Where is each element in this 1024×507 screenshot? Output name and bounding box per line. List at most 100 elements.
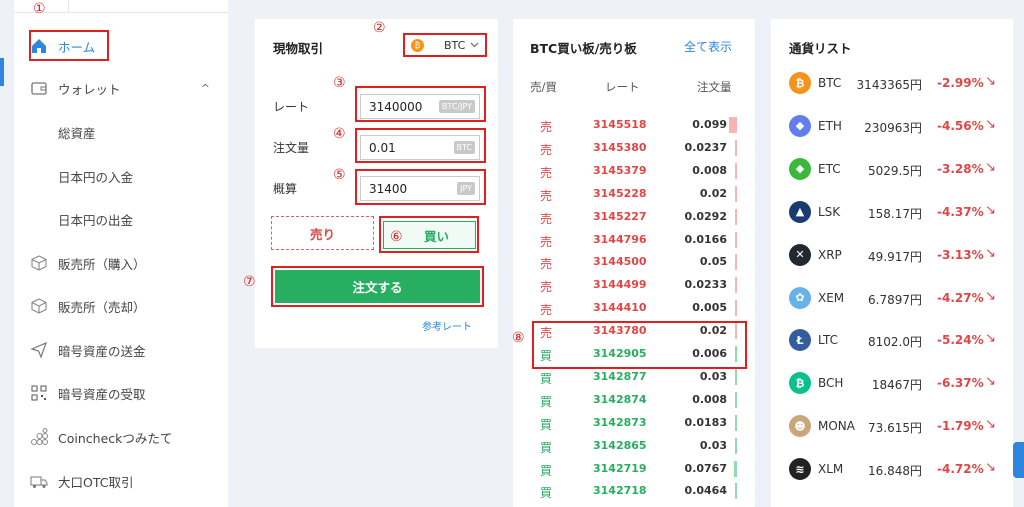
annotation-5: ⑤ xyxy=(333,167,346,183)
highlight-box-5 xyxy=(355,169,486,205)
volume-bar xyxy=(735,483,737,500)
sidebar-item-otc[interactable]: 大口OTC取引 xyxy=(14,459,228,503)
currency-symbol: XEM xyxy=(818,290,845,305)
currency-price: 18467円 xyxy=(871,378,922,393)
sidebar-item-sell[interactable]: 販売所（売却） xyxy=(14,284,228,328)
annotation-4: ④ xyxy=(333,126,346,142)
volume-bar xyxy=(735,437,737,454)
currency-row[interactable]: Ł LTC 8102.0円 -5.24% ↘ xyxy=(771,318,1013,361)
orderbook-row[interactable]: 売 3145380 0.0237 xyxy=(513,137,755,160)
order-side: 売 xyxy=(540,234,553,249)
reference-rate-link[interactable]: 参考レート xyxy=(422,318,472,333)
order-qty: 0.0166 xyxy=(684,232,727,246)
order-qty: 0.03 xyxy=(699,438,727,452)
currency-row[interactable]: ◆ ETC 5029.5円 -3.28% ↘ xyxy=(771,147,1013,190)
currency-symbol: MONA xyxy=(818,419,855,434)
orderbook-row[interactable]: 買 3142874 0.008 xyxy=(513,389,755,412)
orderbook-row[interactable]: 売 3144796 0.0166 xyxy=(513,229,755,252)
chevron-up-icon[interactable]: ^ xyxy=(201,82,210,95)
order-rate: 3144500 xyxy=(593,255,647,269)
annotation-7: ⑦ xyxy=(243,274,256,290)
annotation-3: ③ xyxy=(333,75,346,91)
xlm-coin-icon: ≋ xyxy=(789,458,811,481)
orderbook-row[interactable]: 売 3145518 0.099 xyxy=(513,114,755,137)
orderbook-row[interactable]: 売 3145379 0.008 xyxy=(513,160,755,183)
sidebar-item-jpy-withdraw[interactable]: 日本円の出金 xyxy=(14,197,228,241)
orderbook-row[interactable]: 売 3144499 0.0233 xyxy=(513,274,755,297)
sidebar-item-tsumitate[interactable]: Coincheckつみたて xyxy=(14,415,228,459)
active-indicator xyxy=(0,58,4,86)
etc-coin-icon: ◆ xyxy=(789,157,811,180)
order-qty: 0.0464 xyxy=(684,484,727,498)
currency-price: 230963円 xyxy=(864,120,922,135)
sidebar-item-label: ウォレット xyxy=(58,81,121,97)
sidebar-item-jpy-deposit[interactable]: 日本円の入金 xyxy=(14,154,228,198)
currency-change: -3.28% xyxy=(937,161,984,176)
orderbook-row[interactable]: 売 3144410 0.005 xyxy=(513,297,755,320)
currency-row[interactable]: ≋ XLM 16.848円 -4.72% ↘ xyxy=(771,447,1013,490)
currency-row[interactable]: ✕ XRP 49.917円 -3.13% ↘ xyxy=(771,233,1013,276)
highlight-box-8 xyxy=(532,321,747,369)
sell-toggle-button[interactable]: 売り xyxy=(271,216,374,250)
currency-price: 3143365円 xyxy=(856,78,922,92)
lsk-coin-icon: ▲ xyxy=(789,200,811,223)
sidebar-item-send[interactable]: 暗号資産の送金 xyxy=(14,328,228,372)
order-side: 売 xyxy=(540,303,553,318)
xrp-coin-icon: ✕ xyxy=(789,243,811,266)
currency-change: -5.24% xyxy=(937,333,984,348)
currency-symbol: BCH xyxy=(818,376,844,391)
sidebar-item-wallet[interactable]: ウォレット ^ xyxy=(14,66,228,110)
volume-bar xyxy=(735,162,737,179)
order-qty: 0.0767 xyxy=(684,461,727,475)
send-icon xyxy=(30,341,48,359)
orderbook-row[interactable]: 売 3145227 0.0292 xyxy=(513,206,755,229)
trend-down-icon: ↘ xyxy=(985,460,996,476)
orderbook-header-rate: レート xyxy=(605,80,640,94)
sidebar-item-buy[interactable]: 販売所（購入） xyxy=(14,241,228,285)
cube-icon xyxy=(31,255,47,271)
chevron-down-icon xyxy=(470,42,479,48)
currency-row[interactable]: ☻ MONA 73.615円 -1.79% ↘ xyxy=(771,404,1013,447)
orderbook-row[interactable]: 買 3142718 0.0464 xyxy=(513,480,755,503)
volume-bar xyxy=(733,460,737,477)
trend-down-icon: ↘ xyxy=(985,374,996,390)
sidebar-item-label: Coincheckつみたて xyxy=(58,430,173,446)
currency-row[interactable]: ₿ BCH 18467円 -6.37% ↘ xyxy=(771,361,1013,404)
trend-down-icon: ↘ xyxy=(985,331,996,347)
sidebar-item-receive[interactable]: 暗号資産の受取 xyxy=(14,371,228,415)
order-rate: 3144796 xyxy=(593,232,647,246)
orderbook-row[interactable]: 買 3142877 0.03 xyxy=(513,366,755,389)
order-rate: 3145228 xyxy=(593,186,647,200)
order-rate: 3145518 xyxy=(593,118,647,131)
currency-row[interactable]: ◆ ETH 230963円 -4.56% ↘ xyxy=(771,104,1013,147)
side-tab[interactable] xyxy=(1013,442,1024,478)
currency-row[interactable]: ▲ LSK 158.17円 -4.37% ↘ xyxy=(771,190,1013,233)
order-qty: 0.099 xyxy=(692,118,727,131)
coin-select[interactable]: ₿ BTC xyxy=(403,33,487,57)
highlight-box-1 xyxy=(29,30,109,61)
orderbook-row[interactable]: 買 3142873 0.0183 xyxy=(513,412,755,435)
currency-change: -2.99% xyxy=(937,76,984,90)
show-all-link[interactable]: 全て表示 xyxy=(684,38,732,55)
currency-change: -4.72% xyxy=(937,462,984,477)
volume-bar xyxy=(728,117,737,133)
volume-bar xyxy=(735,414,737,431)
order-side: 売 xyxy=(540,120,553,134)
order-rate: 3145380 xyxy=(593,140,647,154)
sidebar-item-total-assets[interactable]: 総資産 xyxy=(14,110,228,154)
orderbook-row[interactable]: 買 3142865 0.03 xyxy=(513,435,755,458)
orderbook-row[interactable]: 買 3142719 0.0767 xyxy=(513,458,755,481)
orderbook-title: BTC買い板/売り板 xyxy=(530,41,637,56)
currency-change: -1.79% xyxy=(937,419,984,434)
order-side: 買 xyxy=(540,486,553,501)
currency-row[interactable]: ₿ BTC 3143365円 -2.99% ↘ xyxy=(771,61,1013,104)
trade-title: 現物取引 xyxy=(273,41,324,56)
orderbook-row[interactable]: 売 3145228 0.02 xyxy=(513,183,755,206)
currency-symbol: ETH xyxy=(818,118,842,133)
currency-price: 158.17円 xyxy=(868,206,922,221)
sidebar-item-label: 暗号資産の受取 xyxy=(58,386,146,402)
trend-down-icon: ↘ xyxy=(985,159,996,175)
volume-bar xyxy=(735,139,737,156)
currency-row[interactable]: ✿ XEM 6.7897円 -4.27% ↘ xyxy=(771,276,1013,319)
orderbook-row[interactable]: 売 3144500 0.05 xyxy=(513,251,755,274)
